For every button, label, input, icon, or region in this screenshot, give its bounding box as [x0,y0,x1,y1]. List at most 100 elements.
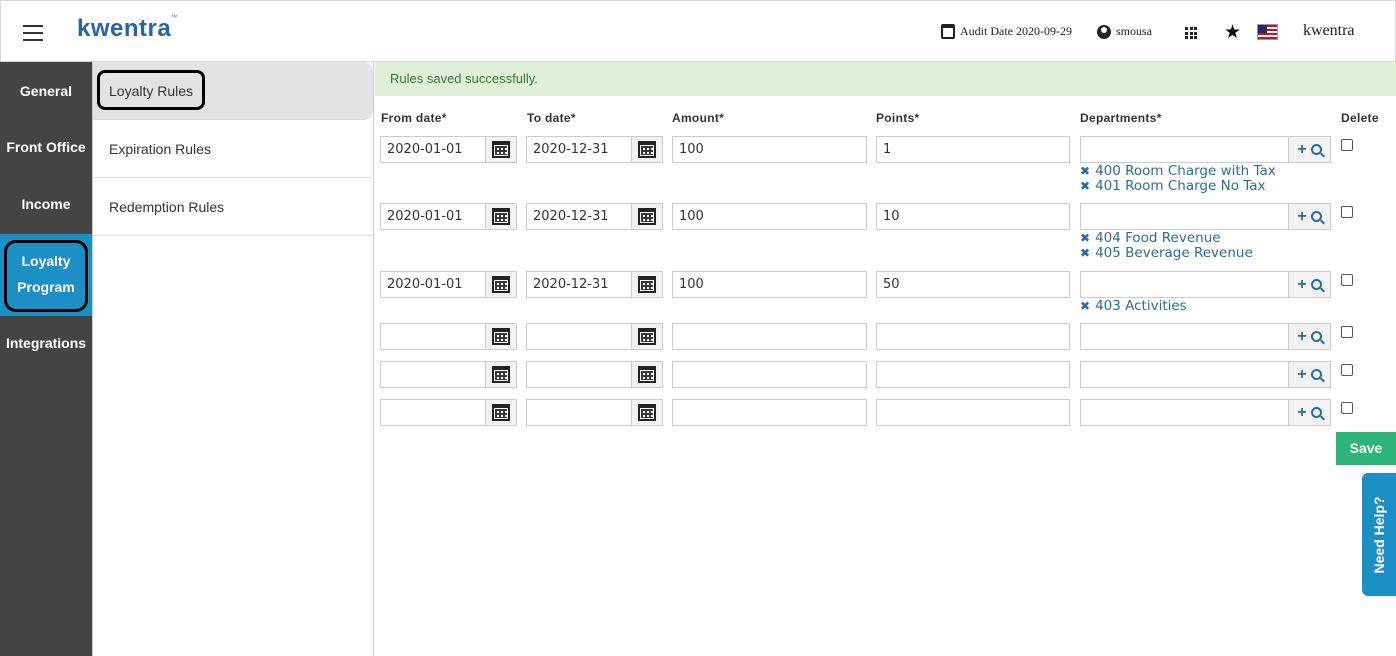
from-date-input[interactable]: 2020-01-01 [380,203,485,230]
sidebar-item-front-office[interactable]: Front Office [0,134,92,160]
from-date-input[interactable]: 2020-01-01 [380,271,485,298]
highlight-ring [97,70,205,110]
audit-date: Audit Date 2020-09-29 [941,24,1072,39]
add-department-button[interactable]: + [1288,136,1331,163]
departments-input[interactable] [1080,399,1289,426]
calendar-button[interactable] [631,399,663,426]
calendar-button[interactable] [485,203,517,230]
to-date-input[interactable] [526,361,631,388]
remove-icon[interactable]: ✖ [1080,231,1090,245]
department-tag[interactable]: ✖ 403 Activities [1080,298,1187,314]
to-date-input[interactable] [526,323,631,350]
sidebar-item-loyalty-program[interactable]: Loyalty Program [0,234,92,316]
add-department-button[interactable]: + [1288,271,1331,298]
sidebar-item-general[interactable]: General [0,78,92,104]
delete-checkbox[interactable] [1341,206,1353,218]
to-date-input[interactable]: 2020-12-31 [526,203,631,230]
amount-input[interactable] [672,399,867,426]
menu-icon[interactable] [23,25,43,41]
calendar-button[interactable] [485,136,517,163]
department-tag[interactable]: ✖ 405 Beverage Revenue [1080,245,1253,261]
amount-input[interactable]: 100 [672,271,867,298]
calendar-button[interactable] [631,271,663,298]
user-menu[interactable]: smousa [1097,24,1152,39]
to-date-input[interactable]: 2020-12-31 [526,271,631,298]
hotel-name: kwentra [1303,22,1355,39]
points-input[interactable] [876,399,1070,426]
plus-icon: + [1297,207,1307,225]
brand-logo[interactable]: kwentra™ [77,15,178,43]
amount-input[interactable]: 100 [672,203,867,230]
departments-input[interactable] [1080,361,1289,388]
calendar-button[interactable] [485,361,517,388]
remove-icon[interactable]: ✖ [1080,299,1090,313]
apps-grid-icon[interactable] [1185,27,1197,39]
need-help-button[interactable]: Need Help? [1362,473,1396,596]
points-input[interactable] [876,323,1070,350]
delete-checkbox[interactable] [1341,402,1353,414]
delete-checkbox[interactable] [1341,364,1353,376]
from-date-input[interactable]: 2020-01-01 [380,136,485,163]
col-header-departments: Departments* [1080,111,1162,125]
add-department-button[interactable]: + [1288,361,1331,388]
calendar-button[interactable] [485,323,517,350]
to-date-input[interactable]: 2020-12-31 [526,136,631,163]
submenu-loyalty-rules[interactable]: Loyalty Rules [93,62,373,120]
from-date-input[interactable] [380,361,485,388]
from-date-input[interactable] [380,323,485,350]
search-icon [1310,279,1322,290]
points-input[interactable]: 1 [876,136,1070,163]
add-department-button[interactable]: + [1288,399,1331,426]
calendar-button[interactable] [631,203,663,230]
us-flag-icon[interactable] [1257,24,1278,40]
delete-checkbox[interactable] [1341,274,1353,286]
sidebar-item-integrations[interactable]: Integrations [0,330,92,356]
delete-checkbox[interactable] [1341,139,1353,151]
amount-input[interactable] [672,361,867,388]
remove-icon[interactable]: ✖ [1080,179,1090,193]
departments-input[interactable] [1080,271,1289,298]
departments-input[interactable] [1080,203,1289,230]
to-date-picker: 2020-12-31 [526,271,663,298]
amount-input[interactable]: 100 [672,136,867,163]
points-input[interactable]: 10 [876,203,1070,230]
add-department-button[interactable]: + [1288,323,1331,350]
calendar-icon [492,208,510,225]
col-header-amount: Amount* [672,111,725,125]
calendar-button[interactable] [631,323,663,350]
to-date-picker [526,361,663,388]
from-date-picker [380,361,517,388]
calendar-icon [638,276,656,293]
calendar-icon [638,404,656,421]
user-icon [1097,24,1111,39]
remove-icon[interactable]: ✖ [1080,246,1090,260]
department-tag[interactable]: ✖ 404 Food Revenue [1080,230,1221,246]
to-date-picker [526,399,663,426]
calendar-button[interactable] [631,136,663,163]
delete-checkbox[interactable] [1341,326,1353,338]
department-tag[interactable]: ✖ 400 Room Charge with Tax [1080,163,1276,179]
save-button[interactable]: Save [1336,432,1396,465]
submenu-redemption-rules[interactable]: Redemption Rules [93,178,374,236]
from-date-picker [380,323,517,350]
calendar-button[interactable] [485,271,517,298]
amount-input[interactable] [672,323,867,350]
points-input[interactable]: 50 [876,271,1070,298]
calendar-button[interactable] [631,361,663,388]
departments-input[interactable] [1080,136,1289,163]
sidebar-item-income[interactable]: Income [0,191,92,217]
remove-icon[interactable]: ✖ [1080,164,1090,178]
from-date-input[interactable] [380,399,485,426]
departments-input[interactable] [1080,323,1289,350]
calendar-button[interactable] [485,399,517,426]
add-department-button[interactable]: + [1288,203,1331,230]
calendar-icon [941,24,955,39]
points-input[interactable] [876,361,1070,388]
search-icon [1310,144,1322,155]
calendar-icon [492,141,510,158]
submenu-expiration-rules[interactable]: Expiration Rules [93,120,374,178]
star-icon[interactable]: ★ [1224,21,1241,44]
to-date-input[interactable] [526,399,631,426]
department-tag[interactable]: ✖ 401 Room Charge No Tax [1080,178,1266,194]
calendar-icon [638,208,656,225]
